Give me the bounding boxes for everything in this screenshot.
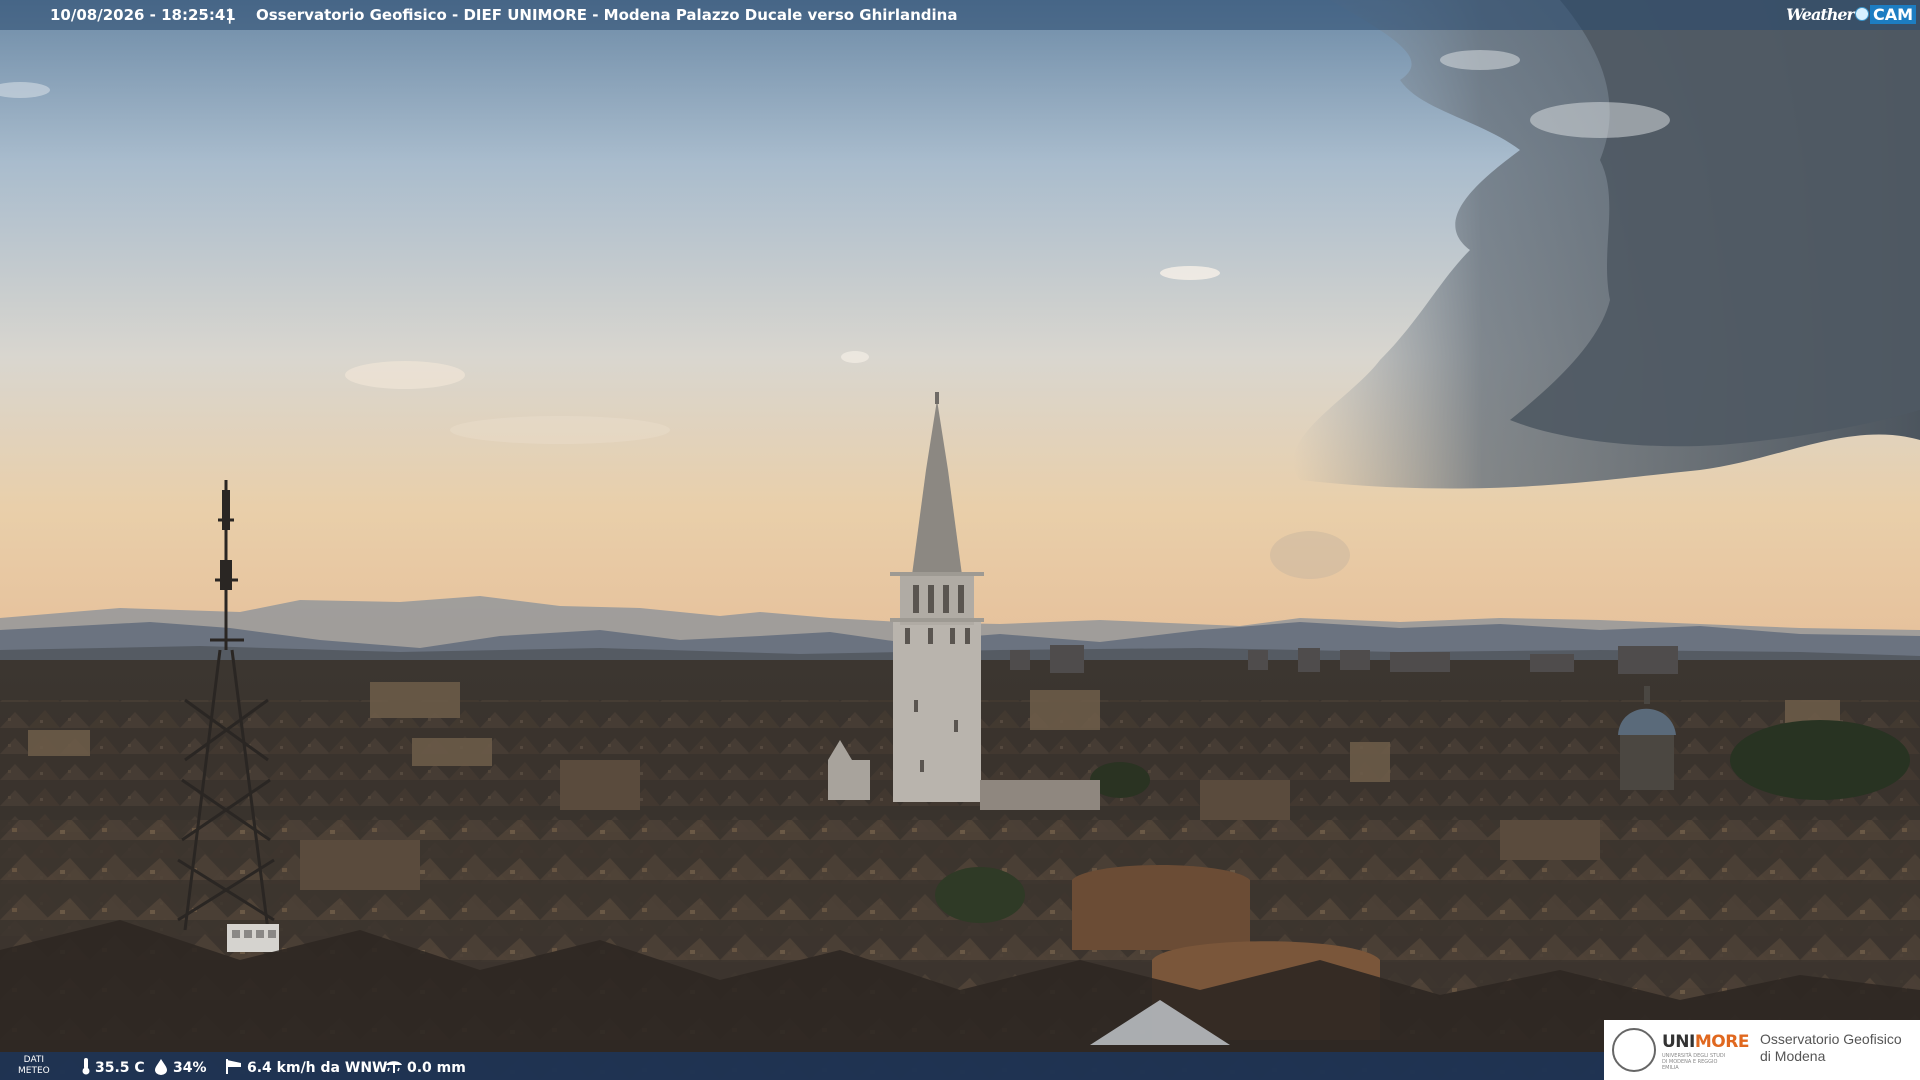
timestamp: 10/08/2026 - 18:25:41 (50, 6, 236, 24)
temperature-readout: 35.5 C (80, 1057, 145, 1076)
rain-value: 0.0 mm (407, 1060, 466, 1076)
rain-gauge-icon (386, 1061, 402, 1073)
globe-icon (1854, 7, 1869, 21)
uni-text: UNI (1662, 1032, 1695, 1052)
observatory-line-1: Osservatorio Geofisico (1760, 1031, 1902, 1047)
camera-title: Osservatorio Geofisico - DIEF UNIMORE - … (256, 6, 958, 24)
brand-weather-text: Weather (1786, 5, 1855, 24)
wind-value: 6.4 km/h da WNW (247, 1060, 388, 1076)
humidity-readout: 34% (152, 1057, 207, 1076)
weather-data-bar: DATI METEO 35.5 C 34% 6.4 km/h da WNW 0.… (0, 1052, 1604, 1080)
unimore-logo: UNIMORE UNIVERSITÀ DEGLI STUDI DI MODENA… (1604, 1020, 1920, 1080)
university-seal-icon (1612, 1028, 1656, 1072)
humidity-drop-icon (155, 1059, 167, 1075)
thermometer-icon (82, 1058, 90, 1075)
label-line-1: DATI (23, 1055, 45, 1065)
rain-readout: 0.0 mm (384, 1057, 466, 1076)
observatory-line-2: di Modena (1760, 1048, 1826, 1064)
more-text: MORE (1694, 1032, 1750, 1052)
observatory-name: Osservatorio Geofisico di Modena (1760, 1031, 1902, 1065)
unimore-wordmark: UNIMORE (1662, 1032, 1749, 1052)
wind-readout: 6.4 km/h da WNW (224, 1057, 388, 1076)
webcam-scene (0, 0, 1920, 1080)
humidity-value: 34% (173, 1060, 207, 1076)
university-fullname: UNIVERSITÀ DEGLI STUDI DI MODENA E REGGI… (1662, 1053, 1726, 1071)
weather-data-label: DATI METEO (18, 1055, 50, 1077)
label-line-2: METEO (18, 1066, 50, 1076)
wind-sock-icon (226, 1059, 241, 1074)
brand-cam-text: CAM (1869, 5, 1916, 24)
top-overlay-bar: 10/08/2026 - 18:25:41 | Osservatorio Geo… (0, 0, 1920, 30)
separator: | (227, 6, 233, 24)
weathercam-logo: Weather CAM (1786, 3, 1916, 27)
temperature-value: 35.5 C (95, 1060, 145, 1076)
